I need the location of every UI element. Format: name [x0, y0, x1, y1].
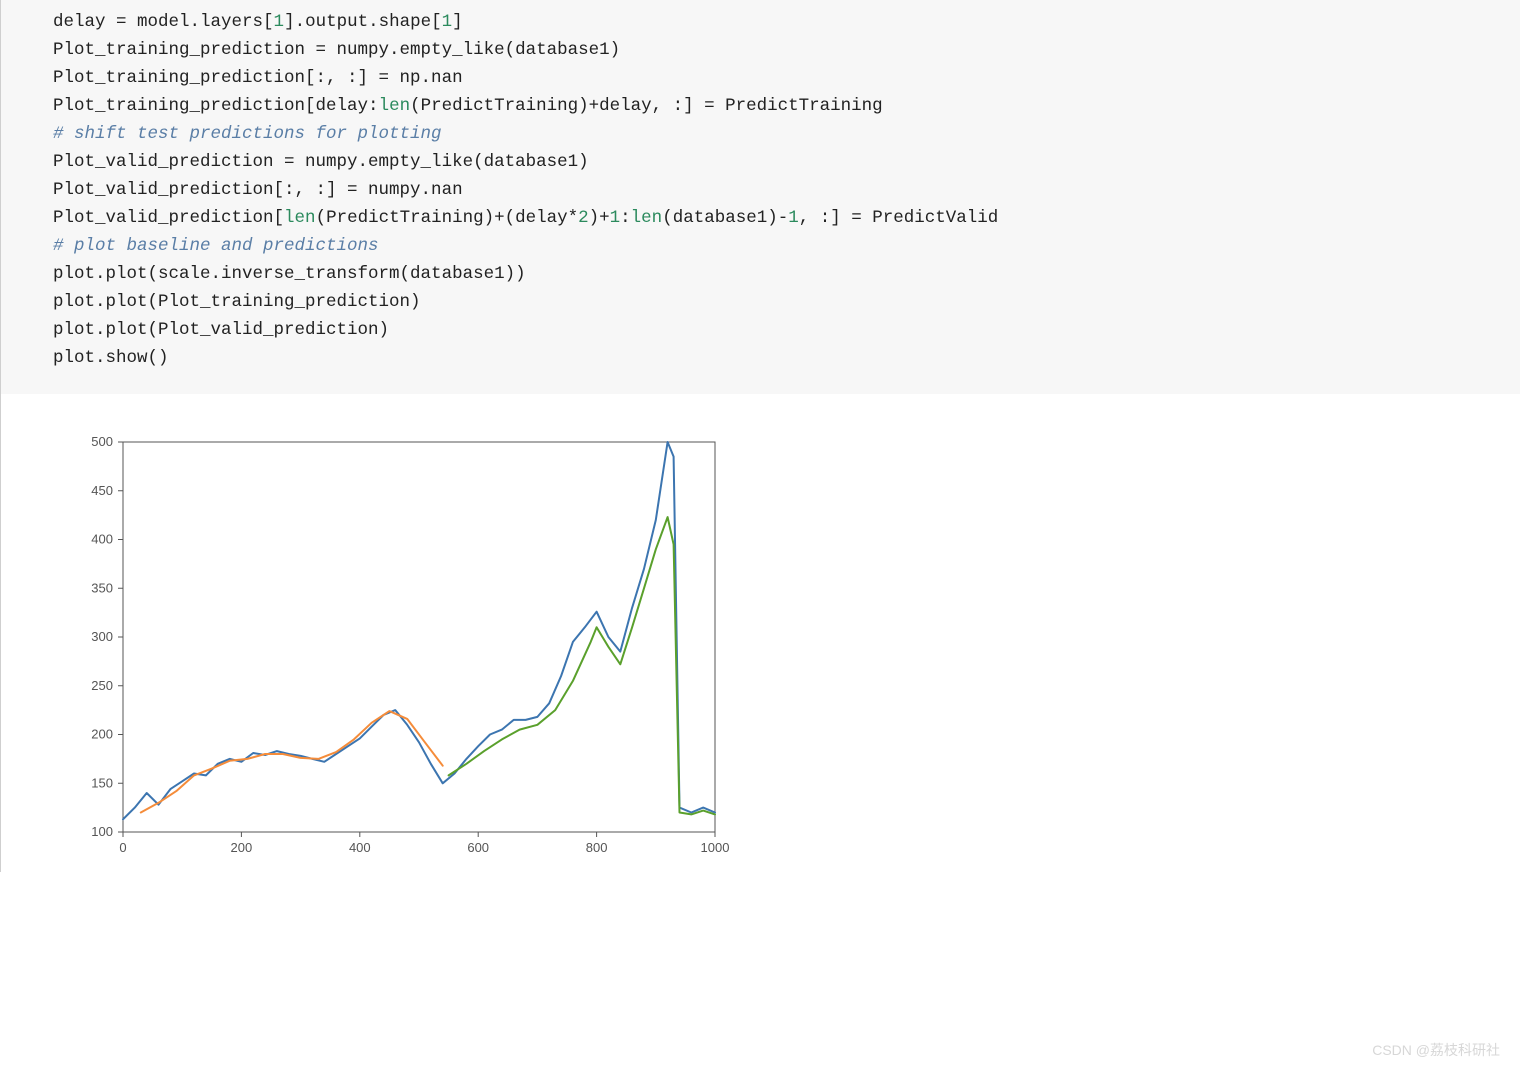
- series-baseline: [123, 442, 715, 819]
- svg-text:1000: 1000: [701, 840, 730, 855]
- code-line: plot.plot(Plot_training_prediction): [53, 292, 421, 312]
- code-line: Plot_valid_prediction[len(PredictTrainin…: [53, 208, 998, 228]
- chart-frame: [123, 442, 715, 832]
- svg-text:350: 350: [91, 580, 113, 595]
- chart-series: [123, 442, 715, 819]
- svg-text:450: 450: [91, 483, 113, 498]
- svg-text:150: 150: [91, 775, 113, 790]
- x-axis: 0 200 400 600 800 1000: [119, 832, 729, 855]
- code-line: # shift test predictions for plotting: [53, 124, 442, 144]
- svg-text:0: 0: [119, 840, 126, 855]
- watermark: CSDN @荔枝科研社: [1372, 1040, 1500, 1060]
- svg-text:600: 600: [467, 840, 489, 855]
- output-area: 100 150 200 250 300 350 400 450 500 0 200 400 600 80…: [0, 394, 1520, 872]
- code-line: Plot_valid_prediction = numpy.empty_like…: [53, 152, 589, 172]
- code-line: Plot_training_prediction[delay:len(Predi…: [53, 96, 883, 116]
- series-train_pred: [141, 711, 443, 812]
- svg-text:200: 200: [91, 727, 113, 742]
- prediction-chart: 100 150 200 250 300 350 400 450 500 0 200 400 600 80…: [53, 422, 733, 872]
- svg-text:400: 400: [91, 532, 113, 547]
- svg-text:800: 800: [586, 840, 608, 855]
- svg-text:100: 100: [91, 824, 113, 839]
- code-cell: delay = model.layers[1].output.shape[1] …: [0, 0, 1520, 394]
- code-line: Plot_training_prediction[:, :] = np.nan: [53, 68, 463, 88]
- code-line: plot.plot(Plot_valid_prediction): [53, 320, 389, 340]
- code-line: Plot_valid_prediction[:, :] = numpy.nan: [53, 180, 463, 200]
- svg-text:400: 400: [349, 840, 371, 855]
- svg-text:250: 250: [91, 678, 113, 693]
- y-axis: 100 150 200 250 300 350 400 450 500: [91, 434, 123, 839]
- code-line: plot.plot(scale.inverse_transform(databa…: [53, 264, 526, 284]
- svg-text:300: 300: [91, 629, 113, 644]
- code-line: Plot_training_prediction = numpy.empty_l…: [53, 40, 620, 60]
- svg-text:200: 200: [231, 840, 253, 855]
- code-line: # plot baseline and predictions: [53, 236, 379, 256]
- code-line: delay = model.layers[1].output.shape[1]: [53, 12, 463, 32]
- code-line: plot.show(): [53, 348, 169, 368]
- svg-text:500: 500: [91, 434, 113, 449]
